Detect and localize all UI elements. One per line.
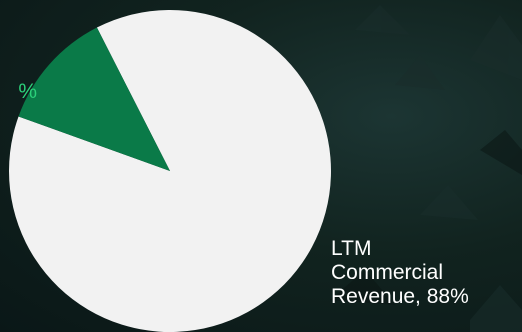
pie-slices (9, 10, 331, 332)
slice-label-commercial-revenue: LTM Commercial Revenue, 88% (331, 237, 469, 308)
slice-label-other: % (18, 80, 37, 103)
chart-stage: LTM Commercial Revenue, 88% % (0, 0, 522, 332)
